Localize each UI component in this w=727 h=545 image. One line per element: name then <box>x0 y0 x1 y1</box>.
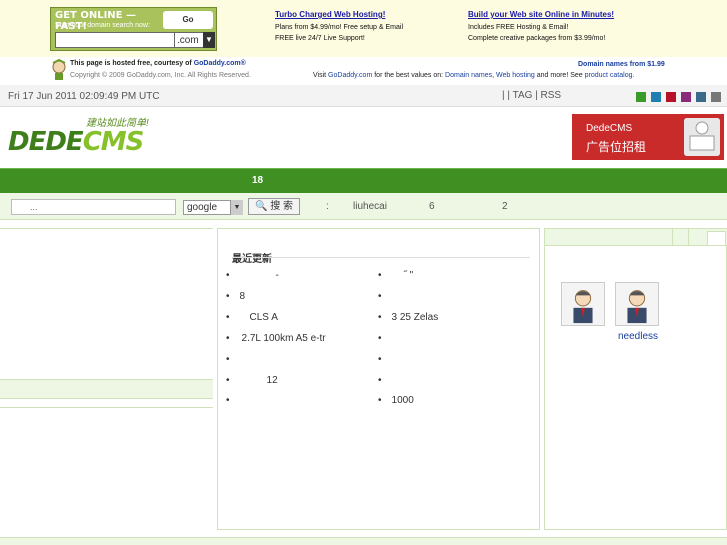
hot-word[interactable]: 2 <box>502 201 508 212</box>
search-button[interactable]: 🔍 搜 索 <box>248 198 300 215</box>
username-link[interactable]: needless <box>618 331 658 342</box>
hosted-text: This page is hosted free, courtesy of <box>70 60 194 67</box>
top-links[interactable]: | | TAG | RSS <box>502 90 561 101</box>
tld-dropdown-icon[interactable]: ▼ <box>203 32 215 48</box>
panel-tab-active[interactable] <box>707 231 726 246</box>
theme-swatch-gray[interactable] <box>711 92 721 102</box>
current-date: Fri 17 Jun 2011 02:09:49 PM UTC <box>8 91 160 102</box>
left-box-body <box>0 399 213 408</box>
theme-swatch-green[interactable] <box>636 92 646 102</box>
magnifier-icon: 🔍 <box>254 201 268 212</box>
hot-words-colon: : <box>326 201 329 212</box>
site-logo[interactable]: DEDECMS <box>8 127 145 157</box>
search-input[interactable]: ... <box>11 199 176 215</box>
visit-text: Visit <box>313 72 329 79</box>
ad-banner[interactable]: DedeCMS 广告位招租 <box>572 114 724 160</box>
recent-updates-panel: 最近更新 - 8 CLS A 2.7L 100km A5 e-tr 12 ˝ "… <box>217 228 540 530</box>
ad-hosting: Turbo Charged Web Hosting! Plans from $4… <box>275 10 445 44</box>
ad-hosting-line2: FREE live 24/7 Live Support! <box>275 35 365 42</box>
visit-mid-text: for the best values on: <box>372 72 446 79</box>
search-button-label: 搜 索 <box>270 201 293 212</box>
chevron-down-icon[interactable]: ▼ <box>230 200 243 215</box>
header: 建站如此简单! DEDECMS DedeCMS 广告位招租 <box>0 107 727 168</box>
list-item[interactable]: CLS A <box>226 312 278 323</box>
theme-swatch-purple[interactable] <box>681 92 691 102</box>
domains-link[interactable]: Domain names <box>445 72 492 79</box>
hosting-notice: This page is hosted free, courtesy of Go… <box>0 57 727 85</box>
banner-text: 广告位招租 <box>586 140 647 154</box>
tld-select[interactable]: .com <box>175 32 203 48</box>
list-item[interactable] <box>378 375 392 386</box>
catalog-link[interactable]: product catalog. <box>585 72 635 79</box>
godaddy-mascot-icon <box>52 59 66 80</box>
ad-website-link[interactable]: Build your Web site Online in Minutes! <box>468 10 668 19</box>
godaddy-link[interactable]: GoDaddy.com® <box>194 60 246 67</box>
ad-bar: GET ONLINE — FAST! Start your domain sea… <box>0 0 727 57</box>
left-box-header <box>0 379 213 399</box>
list-item[interactable] <box>226 395 240 406</box>
godaddy-logo: Go Daddy.com <box>163 11 213 42</box>
ad-hosting-link[interactable]: Turbo Charged Web Hosting! <box>275 10 445 19</box>
right-panel-header <box>545 229 727 246</box>
hosting-link[interactable]: Web hosting <box>496 72 535 79</box>
ad-website: Build your Web site Online in Minutes! I… <box>468 10 668 44</box>
list-item[interactable] <box>378 291 392 302</box>
ad-website-line2: Complete creative packages from $3.99/mo… <box>468 35 606 42</box>
godaddy-search-ad[interactable]: GET ONLINE — FAST! Start your domain sea… <box>50 7 217 51</box>
list-item[interactable]: 1000 <box>378 395 414 406</box>
hot-word[interactable]: 6 <box>429 201 435 212</box>
domain-names-link[interactable]: Domain names from $1.99 <box>578 61 665 68</box>
list-item[interactable] <box>378 354 392 365</box>
ad-hosting-line1: Plans from $4.99/mo! Free setup & Email <box>275 24 403 31</box>
nav-item[interactable]: 18 <box>252 175 263 186</box>
left-sidebar <box>0 228 213 545</box>
ad-subtitle: Start your domain search now: <box>55 22 150 29</box>
hot-word[interactable]: liuhecai <box>353 201 387 212</box>
footer-strip <box>0 537 727 545</box>
ad-website-line1: Includes FREE Hosting & Email! <box>468 24 569 31</box>
domain-search-input[interactable] <box>55 32 175 48</box>
panel-tab[interactable] <box>688 229 704 246</box>
list-item[interactable]: 8 <box>226 291 246 302</box>
search-engine-select[interactable]: google ▼ <box>183 200 243 215</box>
list-item[interactable]: 12 <box>226 375 278 386</box>
search-bar: ... google ▼ 🔍 搜 索 : liuhecai 6 2 <box>0 193 727 220</box>
theme-swatch-slate[interactable] <box>696 92 706 102</box>
main-nav: 18 <box>0 168 727 193</box>
top-bar: Fri 17 Jun 2011 02:09:49 PM UTC | | TAG … <box>0 85 727 107</box>
list-item[interactable]: - <box>226 270 279 281</box>
list-item[interactable] <box>378 333 392 344</box>
panel-tab[interactable] <box>672 229 688 246</box>
user-avatar-icon[interactable] <box>615 282 659 326</box>
banner-title: DedeCMS <box>586 123 633 134</box>
copyright: Copyright © 2009 GoDaddy.com, Inc. All R… <box>70 72 251 79</box>
visit-godaddy-link[interactable]: GoDaddy.com <box>328 72 372 79</box>
list-item[interactable]: 2.7L 100km A5 e-tr <box>226 333 326 344</box>
person-with-sign-icon <box>684 118 720 156</box>
list-item[interactable] <box>226 354 240 365</box>
right-sidebar: needless <box>544 228 727 530</box>
logo-part-b: CMS <box>82 127 145 157</box>
logo-part-a: DEDE <box>8 127 84 157</box>
theme-swatch-blue[interactable] <box>651 92 661 102</box>
list-item[interactable]: ˝ " <box>378 270 414 281</box>
user-avatar-icon[interactable] <box>561 282 605 326</box>
engine-value: google <box>187 202 218 213</box>
divider <box>232 257 530 258</box>
list-item[interactable]: 3 25 Zelas <box>378 312 439 323</box>
theme-swatch-red[interactable] <box>666 92 676 102</box>
visit-more-text: and more! See <box>534 72 585 79</box>
